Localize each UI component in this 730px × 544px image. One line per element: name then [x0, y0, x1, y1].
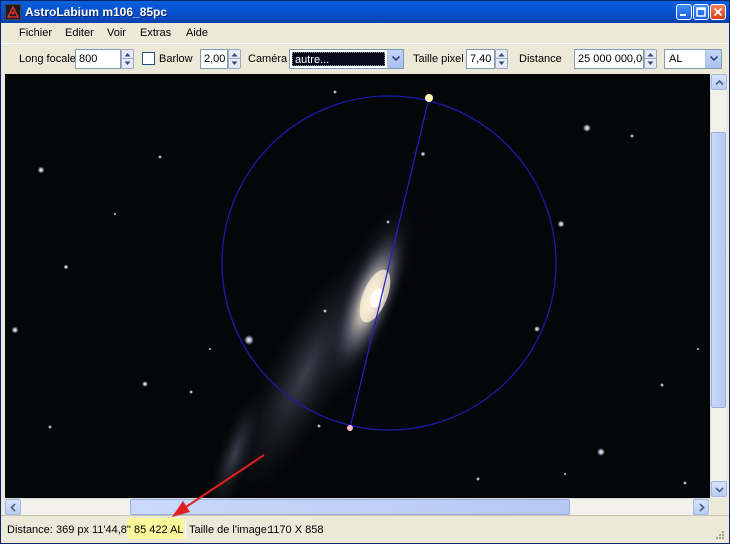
focal-input[interactable]: 800 [75, 49, 121, 69]
chevron-right-icon [699, 503, 705, 512]
spin-down-icon [647, 61, 654, 65]
menu-voir[interactable]: Voir [107, 27, 126, 39]
horizontal-scroll-thumb[interactable] [130, 499, 570, 515]
spin-up-icon [647, 53, 654, 57]
status-size-label: Taille de l'image: [189, 524, 270, 536]
unit-select[interactable]: AL [664, 49, 722, 69]
camera-label: Caméra [248, 53, 288, 65]
distance-stepper[interactable] [644, 49, 657, 69]
camera-dropdown-button[interactable] [387, 50, 403, 68]
scroll-up-button[interactable] [711, 74, 727, 90]
spin-down-icon [124, 61, 131, 65]
barlow-checkbox[interactable] [142, 52, 155, 65]
pixel-size-input[interactable]: 7,40 [466, 49, 495, 69]
pixel-size-stepper[interactable] [495, 49, 508, 69]
focal-label: Long focale [19, 53, 76, 65]
spin-up-icon [231, 53, 238, 57]
horizontal-scrollbar[interactable] [5, 498, 710, 515]
spin-down-icon [231, 61, 238, 65]
resize-grip-icon[interactable] [715, 530, 725, 540]
pixel-down-button[interactable] [496, 59, 507, 68]
vertical-scrollbar[interactable] [710, 74, 727, 498]
status-distance-ly: 85 422 AL [134, 524, 184, 536]
focal-up-button[interactable] [122, 50, 133, 59]
pixel-size-label: Taille pixel [413, 53, 464, 65]
status-distance-label: Distance: [7, 524, 53, 536]
measure-end-handle[interactable] [347, 425, 353, 431]
menu-bar: Fichier Editer Voir Extras Aide [1, 23, 729, 43]
astro-image[interactable] [5, 74, 710, 498]
unit-dropdown-button[interactable] [705, 50, 721, 68]
spin-up-icon [124, 53, 131, 57]
parameters-toolbar: Long focale 800 Barlow 2,00 Caméra autre… [1, 43, 729, 73]
status-size-value: 1170 X 858 [268, 524, 324, 536]
status-distance-angle: 11'44,8" [92, 524, 131, 536]
chevron-left-icon [10, 503, 16, 512]
chevron-down-icon [392, 56, 400, 61]
barlow-label: Barlow [159, 53, 193, 65]
focal-stepper[interactable] [121, 49, 134, 69]
menu-aide[interactable]: Aide [186, 27, 208, 39]
menu-editer[interactable]: Editer [65, 27, 94, 39]
menu-extras[interactable]: Extras [140, 27, 171, 39]
minimize-button[interactable] [676, 4, 692, 20]
unit-selected-value: AL [669, 53, 683, 65]
distance-input[interactable]: 25 000 000,00 [574, 49, 644, 69]
pixel-up-button[interactable] [496, 50, 507, 59]
scroll-right-button[interactable] [693, 499, 709, 515]
barlow-stepper[interactable] [228, 49, 241, 69]
maximize-icon [696, 7, 706, 17]
barlow-input[interactable]: 2,00 [200, 49, 228, 69]
minimize-icon [680, 14, 686, 16]
distance-up-button[interactable] [645, 50, 656, 59]
status-separator [185, 520, 186, 538]
chevron-down-icon [715, 487, 724, 493]
spin-down-icon [498, 61, 505, 65]
barlow-up-button[interactable] [229, 50, 240, 59]
title-bar[interactable]: AstroLabium m106_85pc [1, 1, 729, 23]
measure-start-handle[interactable] [425, 94, 433, 102]
status-distance-px: 369 px [56, 524, 90, 536]
maximize-button[interactable] [693, 4, 709, 20]
barlow-down-button[interactable] [229, 59, 240, 68]
close-button[interactable] [710, 4, 726, 20]
scroll-down-button[interactable] [711, 481, 727, 497]
image-viewport[interactable] [5, 74, 710, 498]
window-title: AstroLabium m106_85pc [25, 5, 168, 19]
app-window: AstroLabium m106_85pc Fichier Editer Voi… [0, 0, 730, 544]
camera-selected-value: autre... [292, 52, 385, 66]
vertical-scroll-thumb[interactable] [711, 132, 726, 408]
status-bar: Distance: 369 px 11'44,8" 85 422 AL Tail… [1, 515, 729, 543]
menu-fichier[interactable]: Fichier [19, 27, 52, 39]
distance-label: Distance [519, 53, 562, 65]
chevron-down-icon [710, 56, 718, 61]
astrolabium-icon[interactable] [5, 4, 21, 20]
scrollbar-corner [710, 498, 726, 515]
spin-up-icon [498, 53, 505, 57]
close-icon [713, 7, 723, 17]
focal-down-button[interactable] [122, 59, 133, 68]
camera-select[interactable]: autre... [289, 49, 404, 69]
scroll-left-button[interactable] [5, 499, 21, 515]
distance-down-button[interactable] [645, 59, 656, 68]
chevron-up-icon [715, 79, 724, 86]
